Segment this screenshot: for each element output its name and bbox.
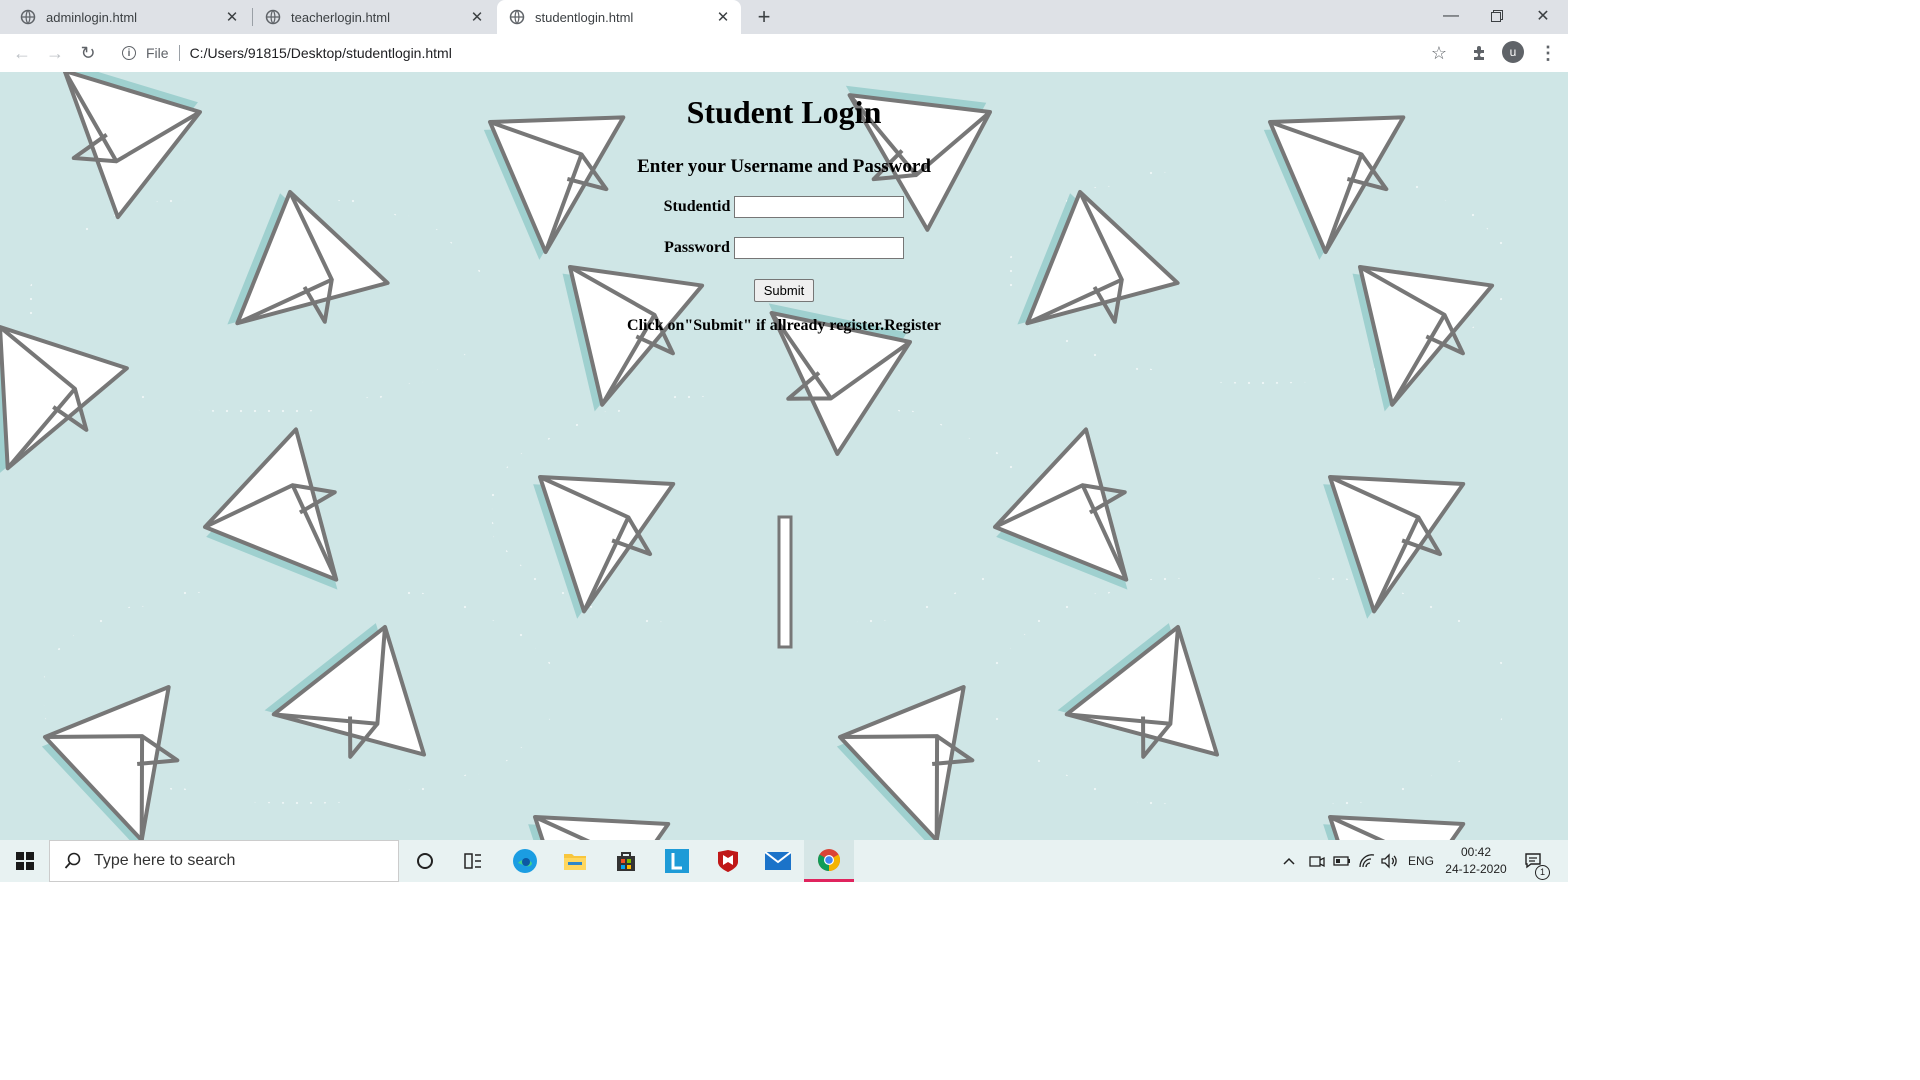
browser-toolbar: ← → ↻ i File C:/Users/91815/Desktop/stud… — [0, 34, 1568, 73]
minimize-button[interactable]: — — [1428, 0, 1474, 32]
globe-icon — [265, 9, 281, 25]
close-icon[interactable]: ✕ — [224, 9, 240, 26]
forward-button[interactable]: → — [45, 43, 65, 63]
password-row: Password — [0, 237, 1568, 259]
tab-label: teacherlogin.html — [291, 9, 390, 25]
taskbar-clock[interactable]: 00:42 24-12-2020 — [1440, 844, 1512, 878]
studentid-row: Studentid — [0, 196, 1568, 218]
close-icon[interactable]: ✕ — [469, 9, 485, 26]
globe-icon — [20, 9, 36, 25]
mcafee-shield-icon — [718, 850, 738, 872]
extensions-puzzle-icon[interactable] — [1470, 43, 1490, 63]
task-view-button[interactable] — [449, 840, 499, 882]
profile-avatar[interactable]: u — [1502, 41, 1524, 63]
l-app-icon — [665, 849, 689, 873]
search-placeholder: Type here to search — [94, 852, 236, 869]
task-view-icon — [464, 853, 481, 869]
tab-teacherlogin[interactable]: teacherlogin.html ✕ — [245, 0, 495, 34]
chrome-icon — [818, 848, 840, 871]
chevron-up-icon — [1283, 857, 1295, 865]
url-text: C:/Users/91815/Desktop/studentlogin.html — [189, 45, 452, 61]
submit-button[interactable]: Submit — [754, 279, 814, 302]
page-viewport: Student Login Enter your Username and Pa… — [0, 72, 1568, 840]
mail-button[interactable] — [753, 840, 803, 882]
reload-button[interactable]: ↻ — [78, 43, 98, 63]
battery-icon — [1333, 856, 1350, 866]
start-button[interactable] — [0, 840, 50, 882]
notification-count-badge: 1 — [1535, 865, 1550, 880]
language-indicator[interactable]: ENG — [1408, 840, 1434, 882]
show-hidden-icons-button[interactable] — [1282, 840, 1296, 882]
cortana-circle-icon — [417, 853, 433, 869]
battery-tray[interactable] — [1333, 840, 1351, 882]
studentid-label: Studentid — [663, 198, 731, 215]
windows-taskbar: Type here to search ENG 00:42 24-12-2020… — [0, 840, 1568, 882]
bookmark-star-icon[interactable]: ☆ — [1429, 43, 1449, 63]
chrome-taskbar-button[interactable] — [804, 840, 854, 882]
network-tray[interactable] — [1358, 840, 1376, 882]
store-button[interactable] — [601, 840, 651, 882]
back-button[interactable]: ← — [12, 43, 32, 63]
app-l-button[interactable] — [652, 840, 702, 882]
page-subtitle: Enter your Username and Password — [637, 156, 931, 177]
close-window-button[interactable]: ✕ — [1520, 0, 1566, 32]
search-icon — [64, 852, 81, 869]
new-tab-button[interactable]: + — [753, 4, 775, 29]
tab-label: studentlogin.html — [535, 9, 634, 25]
tab-studentlogin[interactable]: studentlogin.html ✕ — [497, 0, 741, 34]
wifi-icon — [1359, 854, 1375, 868]
volume-tray[interactable] — [1381, 840, 1399, 882]
address-bar[interactable]: i File C:/Users/91815/Desktop/studentlog… — [110, 38, 1460, 68]
folder-icon — [564, 854, 586, 870]
meet-now-tray[interactable] — [1309, 840, 1325, 882]
clock-date: 24-12-2020 — [1445, 862, 1507, 876]
mcafee-button[interactable] — [703, 840, 753, 882]
edge-browser-icon — [513, 849, 537, 873]
register-hint: Click on"Submit" if allready register.Re… — [627, 317, 941, 334]
edge-taskbar-button[interactable] — [500, 840, 550, 882]
menu-kebab-icon[interactable]: ⋮ — [1538, 43, 1558, 63]
address-divider — [178, 45, 180, 61]
file-explorer-button[interactable] — [550, 840, 600, 882]
close-icon[interactable]: ✕ — [715, 9, 731, 26]
page-title: Student Login — [686, 94, 882, 130]
password-input[interactable] — [733, 237, 904, 259]
tab-strip: adminlogin.html ✕ teacherlogin.html ✕ st… — [0, 0, 1568, 34]
paper-plane-background — [0, 72, 1512, 840]
restore-icon — [1491, 10, 1503, 22]
studentid-input[interactable] — [734, 196, 905, 218]
meet-now-icon — [1309, 856, 1325, 868]
tab-adminlogin[interactable]: adminlogin.html ✕ — [0, 0, 250, 34]
mail-envelope-icon — [765, 852, 791, 870]
clock-time: 00:42 — [1460, 845, 1492, 859]
info-icon[interactable]: i — [122, 46, 136, 60]
cortana-button[interactable] — [400, 840, 450, 882]
taskbar-search[interactable]: Type here to search — [49, 840, 399, 882]
speaker-icon — [1381, 853, 1397, 869]
restore-button[interactable] — [1474, 0, 1520, 32]
scheme-label: File — [146, 45, 169, 61]
store-bag-icon — [617, 852, 635, 871]
action-center-button[interactable]: 1 — [1524, 840, 1550, 882]
windows-logo-icon — [16, 852, 34, 870]
globe-icon — [509, 9, 525, 25]
tab-label: adminlogin.html — [46, 9, 138, 25]
password-label: Password — [664, 239, 730, 256]
